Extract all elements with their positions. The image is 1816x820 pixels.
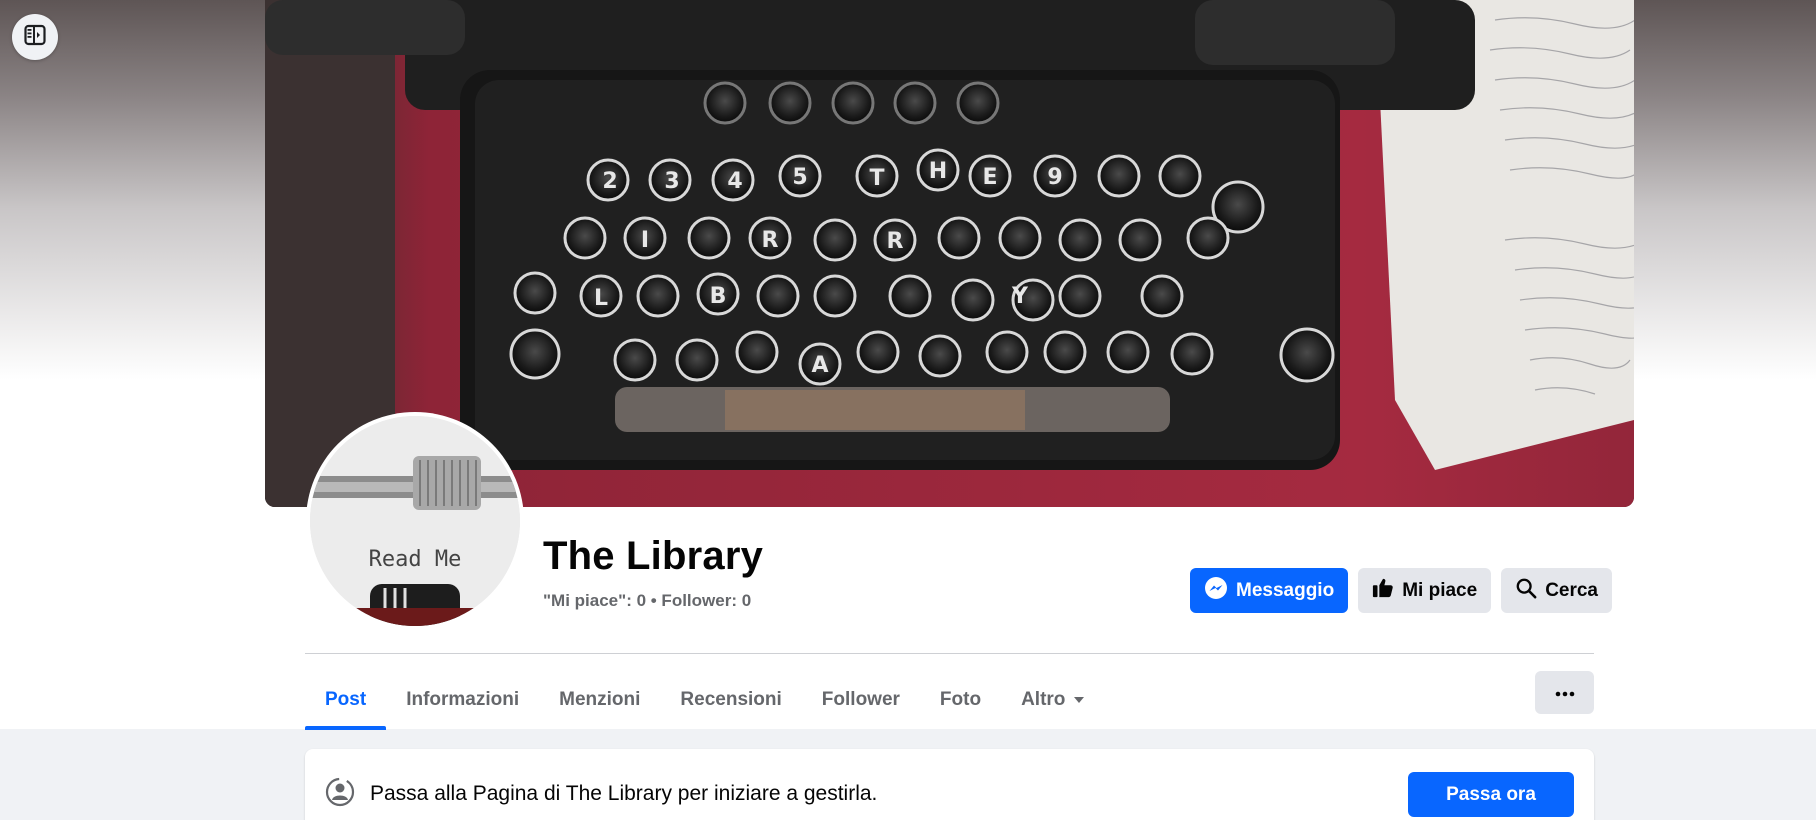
- switch-page-card: Passa alla Pagina di The Library per ini…: [305, 749, 1594, 820]
- tab-foto[interactable]: Foto: [920, 670, 1001, 730]
- caret-down-icon: [1073, 696, 1085, 704]
- search-icon: [1515, 577, 1537, 605]
- svg-text:R: R: [762, 228, 779, 253]
- switch-now-button[interactable]: Passa ora: [1408, 772, 1574, 817]
- tab-recensioni[interactable]: Recensioni: [660, 670, 801, 730]
- profile-avatar[interactable]: Read Me: [306, 412, 524, 630]
- svg-text:A: A: [811, 353, 828, 378]
- svg-text:9: 9: [1047, 165, 1062, 190]
- tab-label: Menzioni: [559, 689, 641, 710]
- svg-text:4: 4: [727, 169, 742, 194]
- svg-text:H: H: [929, 159, 947, 184]
- svg-text:E: E: [982, 165, 997, 190]
- sidebar-toggle-button[interactable]: [12, 14, 58, 60]
- svg-text:R: R: [887, 229, 904, 254]
- svg-text:I: I: [641, 228, 649, 253]
- tab-follower[interactable]: Follower: [802, 670, 920, 730]
- svg-text:L: L: [594, 286, 608, 311]
- tab-label: Post: [325, 689, 367, 710]
- svg-text:Y: Y: [1011, 284, 1029, 309]
- more-options-button[interactable]: [1535, 671, 1594, 714]
- svg-text:B: B: [710, 284, 727, 309]
- thumbs-up-icon: [1372, 577, 1394, 605]
- avatar-typed-text: Read Me: [369, 547, 462, 572]
- page-stats[interactable]: "Mi piace": 0 • Follower: 0: [543, 591, 751, 611]
- svg-text:5: 5: [792, 165, 807, 190]
- tab-label: Recensioni: [680, 689, 782, 710]
- svg-text:2: 2: [602, 169, 617, 194]
- switch-page-text: Passa alla Pagina di The Library per ini…: [370, 782, 878, 805]
- header-divider: [305, 653, 1594, 654]
- tab-label: Follower: [821, 689, 900, 710]
- tab-menzioni[interactable]: Menzioni: [539, 670, 660, 730]
- like-button-label: Mi piace: [1402, 579, 1478, 601]
- tab-post[interactable]: Post: [305, 670, 387, 730]
- tab-informazioni[interactable]: Informazioni: [386, 670, 539, 730]
- sidebar-toggle-icon: [23, 23, 47, 52]
- like-button[interactable]: Mi piace: [1358, 568, 1492, 613]
- tab-altro[interactable]: Altro: [1001, 670, 1105, 730]
- message-button-label: Messaggio: [1236, 579, 1335, 601]
- tab-label: Altro: [1021, 689, 1066, 710]
- ellipsis-icon: [1555, 684, 1575, 702]
- tab-label: Foto: [939, 689, 982, 710]
- page-tabs: Post Informazioni Menzioni Recensioni Fo…: [305, 670, 1105, 730]
- page-actions: Messaggio Mi piace Cerca: [1190, 568, 1613, 613]
- svg-text:T: T: [869, 166, 884, 191]
- switch-profile-icon: [325, 777, 355, 812]
- tab-label: Informazioni: [406, 689, 520, 710]
- svg-text:3: 3: [664, 169, 679, 194]
- message-button[interactable]: Messaggio: [1190, 568, 1349, 613]
- messenger-icon: [1204, 576, 1228, 606]
- search-button-label: Cerca: [1545, 579, 1599, 601]
- page-title: The Library: [543, 534, 764, 578]
- avatar-image: Read Me: [310, 416, 520, 626]
- search-button[interactable]: Cerca: [1501, 568, 1613, 613]
